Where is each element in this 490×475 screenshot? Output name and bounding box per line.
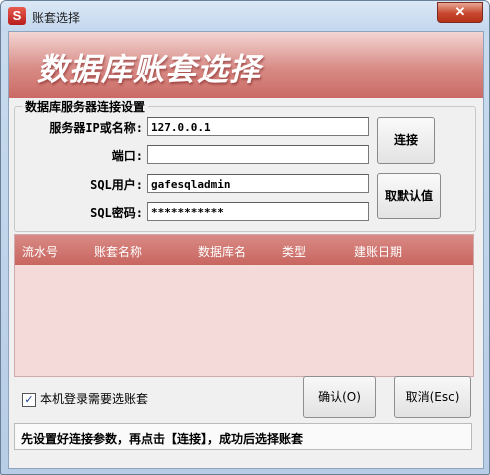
server-ip-input[interactable]: 127.0.0.1 [147, 117, 369, 136]
dialog-body: 数据库账套选择 数据库服务器连接设置 服务器IP或名称: 127.0.0.1 端… [8, 31, 484, 469]
header-banner: 数据库账套选择 [9, 32, 483, 98]
column-account-name[interactable]: 账套名称 [94, 243, 142, 260]
port-label: 端口: [111, 149, 143, 163]
close-button[interactable]: ✕ [437, 2, 483, 23]
app-logo-icon: S [8, 7, 26, 25]
cancel-button[interactable]: 取消(Esc) [394, 376, 471, 418]
port-input[interactable] [147, 145, 369, 164]
status-message: 先设置好连接参数，再点击【连接】，成功后选择账套 [21, 432, 304, 446]
connect-button[interactable]: 连接 [377, 117, 435, 164]
confirm-button[interactable]: 确认(O) [303, 376, 376, 418]
column-created-date[interactable]: 建账日期 [354, 243, 402, 260]
column-type[interactable]: 类型 [282, 243, 306, 260]
account-select-window: S 账套选择 ✕ 数据库账套选择 数据库服务器连接设置 服务器IP或名称: 12… [0, 0, 490, 475]
account-table[interactable]: 流水号 账套名称 数据库名 类型 建账日期 [14, 234, 474, 377]
server-ip-label: 服务器IP或名称: [49, 121, 143, 135]
default-values-button[interactable]: 取默认值 [377, 173, 441, 219]
login-requires-account-checkbox[interactable]: ✓ [22, 393, 36, 407]
login-requires-account-label[interactable]: 本机登录需要选账套 [40, 390, 148, 407]
sql-user-input[interactable]: gafesqladmin [147, 174, 369, 193]
column-serial-number[interactable]: 流水号 [22, 243, 58, 260]
sql-user-label: SQL用户: [90, 178, 143, 192]
server-settings-group: 数据库服务器连接设置 服务器IP或名称: 127.0.0.1 端口: SQL用户… [14, 98, 476, 232]
account-table-header: 流水号 账套名称 数据库名 类型 建账日期 [15, 235, 473, 265]
server-settings-legend: 数据库服务器连接设置 [22, 98, 149, 115]
column-database-name[interactable]: 数据库名 [198, 243, 246, 260]
title-bar[interactable]: S 账套选择 ✕ [1, 1, 489, 31]
sql-password-label: SQL密码: [90, 206, 143, 220]
status-bar: 先设置好连接参数，再点击【连接】，成功后选择账套 [14, 423, 472, 450]
window-title: 账套选择 [32, 11, 81, 25]
banner-title: 数据库账套选择 [37, 52, 261, 88]
sql-password-input[interactable]: *********** [147, 202, 369, 221]
